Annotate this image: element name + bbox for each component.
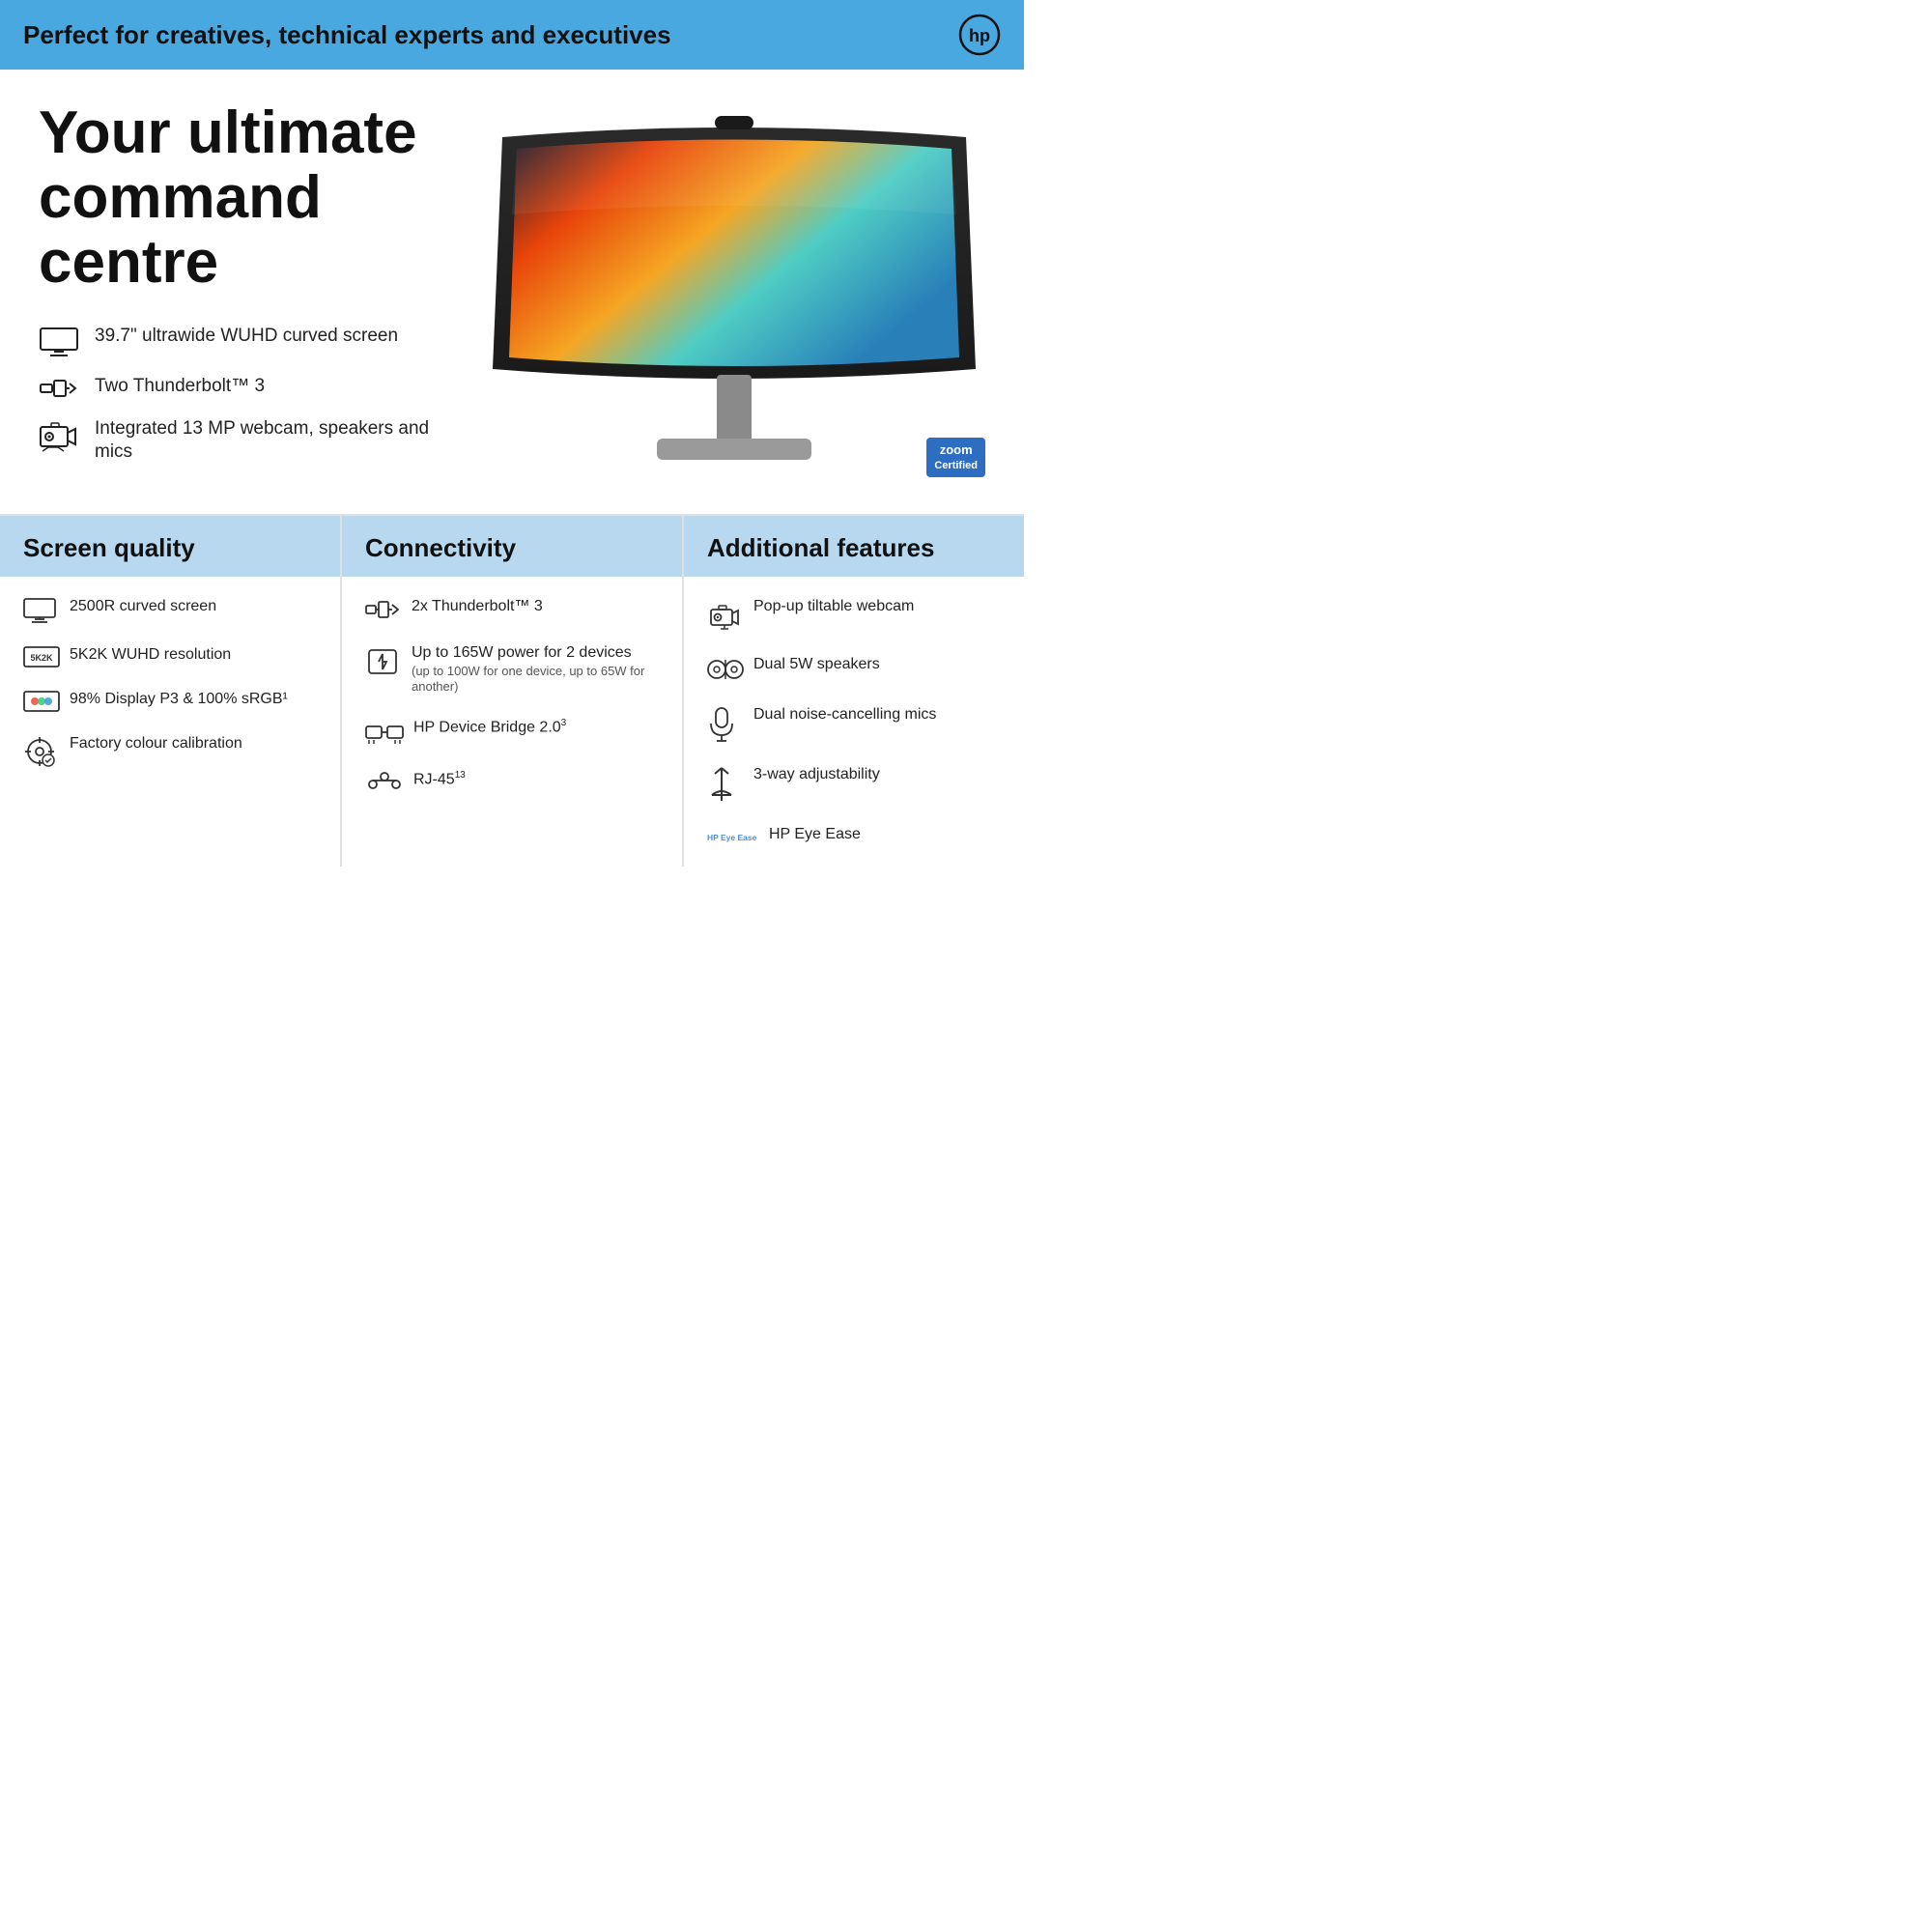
zoom-badge: zoom Certified	[926, 438, 985, 477]
spec-bridge-text: HP Device Bridge 2.03	[413, 717, 566, 738]
mic-icon	[707, 706, 744, 743]
rj45-icon	[365, 771, 404, 796]
spec-resolution-text: 5K2K WUHD resolution	[70, 644, 231, 666]
zoom-word: zoom	[934, 442, 978, 459]
monitor-icon	[39, 327, 83, 357]
spec-rj45-text: RJ-4513	[413, 769, 466, 790]
hero-feature-3: Integrated 13 MP webcam, speakers and mi…	[39, 417, 444, 465]
5k2k-icon: 5K2K	[23, 646, 60, 668]
spec-eyeease: HP Eye Ease HP Eye Ease	[707, 824, 1001, 847]
hero-section: Your ultimate command centre 39.7" ultra…	[0, 70, 1024, 504]
spec-eyeease-text: HP Eye Ease	[769, 824, 861, 845]
hp-logo-icon: hp	[958, 14, 1001, 56]
svg-text:HP Eye Ease: HP Eye Ease	[707, 833, 757, 842]
spec-thunderbolt: 2x Thunderbolt™ 3	[365, 596, 659, 621]
specs-section: Screen quality 2500R curved screen	[0, 514, 1024, 867]
monitor-small-icon	[23, 598, 60, 623]
spec-thunderbolt-text: 2x Thunderbolt™ 3	[412, 596, 543, 617]
svg-text:hp: hp	[969, 26, 990, 45]
hero-title: Your ultimate command centre	[39, 101, 444, 296]
zoom-certified-label: Certified	[934, 460, 978, 471]
thunderbolt-icon	[39, 377, 83, 400]
spec-popup-webcam: Pop-up tiltable webcam	[707, 596, 1001, 633]
hero-feature-2: Two Thunderbolt™ 3	[39, 375, 444, 400]
top-banner: Perfect for creatives, technical experts…	[0, 0, 1024, 70]
svg-text:5K2K: 5K2K	[30, 653, 53, 663]
spec-adjustability-text: 3-way adjustability	[753, 764, 880, 785]
hero-right: zoom Certified	[444, 99, 985, 485]
spec-power-subnote: (up to 100W for one device, up to 65W fo…	[412, 664, 659, 696]
spec-mics: Dual noise-cancelling mics	[707, 704, 1001, 743]
spec-calibration: Factory colour calibration	[23, 733, 317, 768]
colors-icon	[23, 691, 60, 712]
hero-feature-1-text: 39.7" ultrawide WUHD curved screen	[95, 325, 398, 349]
hero-feature-2-text: Two Thunderbolt™ 3	[95, 375, 265, 399]
calibration-icon	[23, 735, 60, 768]
specs-col-additional: Additional features Pop-up tiltable webc…	[684, 516, 1024, 867]
spec-speakers-text: Dual 5W speakers	[753, 654, 880, 675]
power-icon	[365, 644, 402, 679]
spec-popup-webcam-text: Pop-up tiltable webcam	[753, 596, 914, 617]
webcam-hero-icon	[39, 419, 83, 454]
spec-curved-screen-text: 2500R curved screen	[70, 596, 216, 617]
spec-mics-text: Dual noise-cancelling mics	[753, 704, 936, 725]
spec-power-text: Up to 165W power for 2 devices (up to 10…	[412, 642, 659, 696]
speakers-icon	[707, 656, 744, 683]
spec-bridge: HP Device Bridge 2.03	[365, 717, 659, 748]
hero-features: 39.7" ultrawide WUHD curved screen Two T…	[39, 325, 444, 465]
tb-icon	[365, 598, 402, 621]
screen-quality-body: 2500R curved screen 5K2K 5K2K WUHD resol…	[0, 577, 340, 787]
spec-power: Up to 165W power for 2 devices (up to 10…	[365, 642, 659, 696]
spec-adjustability: 3-way adjustability	[707, 764, 1001, 803]
specs-col-connectivity: Connectivity 2x Thunderbolt™ 3	[342, 516, 684, 867]
additional-features-body: Pop-up tiltable webcam Dual 5W speakers	[684, 577, 1024, 867]
spec-speakers: Dual 5W speakers	[707, 654, 1001, 683]
bridge-icon	[365, 719, 404, 748]
connectivity-body: 2x Thunderbolt™ 3 Up to 165W power for 2…	[342, 577, 682, 815]
hero-feature-3-text: Integrated 13 MP webcam, speakers and mi…	[95, 417, 444, 465]
connectivity-header: Connectivity	[342, 516, 682, 577]
monitor-image	[483, 99, 985, 485]
spec-resolution: 5K2K 5K2K WUHD resolution	[23, 644, 317, 668]
additional-features-header: Additional features	[684, 516, 1024, 577]
banner-text: Perfect for creatives, technical experts…	[23, 20, 671, 50]
spec-display-p3: 98% Display P3 & 100% sRGB¹	[23, 689, 317, 712]
popup-webcam-icon	[707, 598, 744, 633]
spec-calibration-text: Factory colour calibration	[70, 733, 242, 754]
screen-quality-header: Screen quality	[0, 516, 340, 577]
specs-col-screen-quality: Screen quality 2500R curved screen	[0, 516, 342, 867]
hero-left: Your ultimate command centre 39.7" ultra…	[39, 101, 444, 482]
spec-curved-screen: 2500R curved screen	[23, 596, 317, 623]
hero-feature-1: 39.7" ultrawide WUHD curved screen	[39, 325, 444, 357]
adjust-icon	[707, 766, 744, 803]
eyeease-icon: HP Eye Ease	[707, 826, 759, 847]
spec-display-p3-text: 98% Display P3 & 100% sRGB¹	[70, 689, 288, 710]
spec-rj45: RJ-4513	[365, 769, 659, 796]
